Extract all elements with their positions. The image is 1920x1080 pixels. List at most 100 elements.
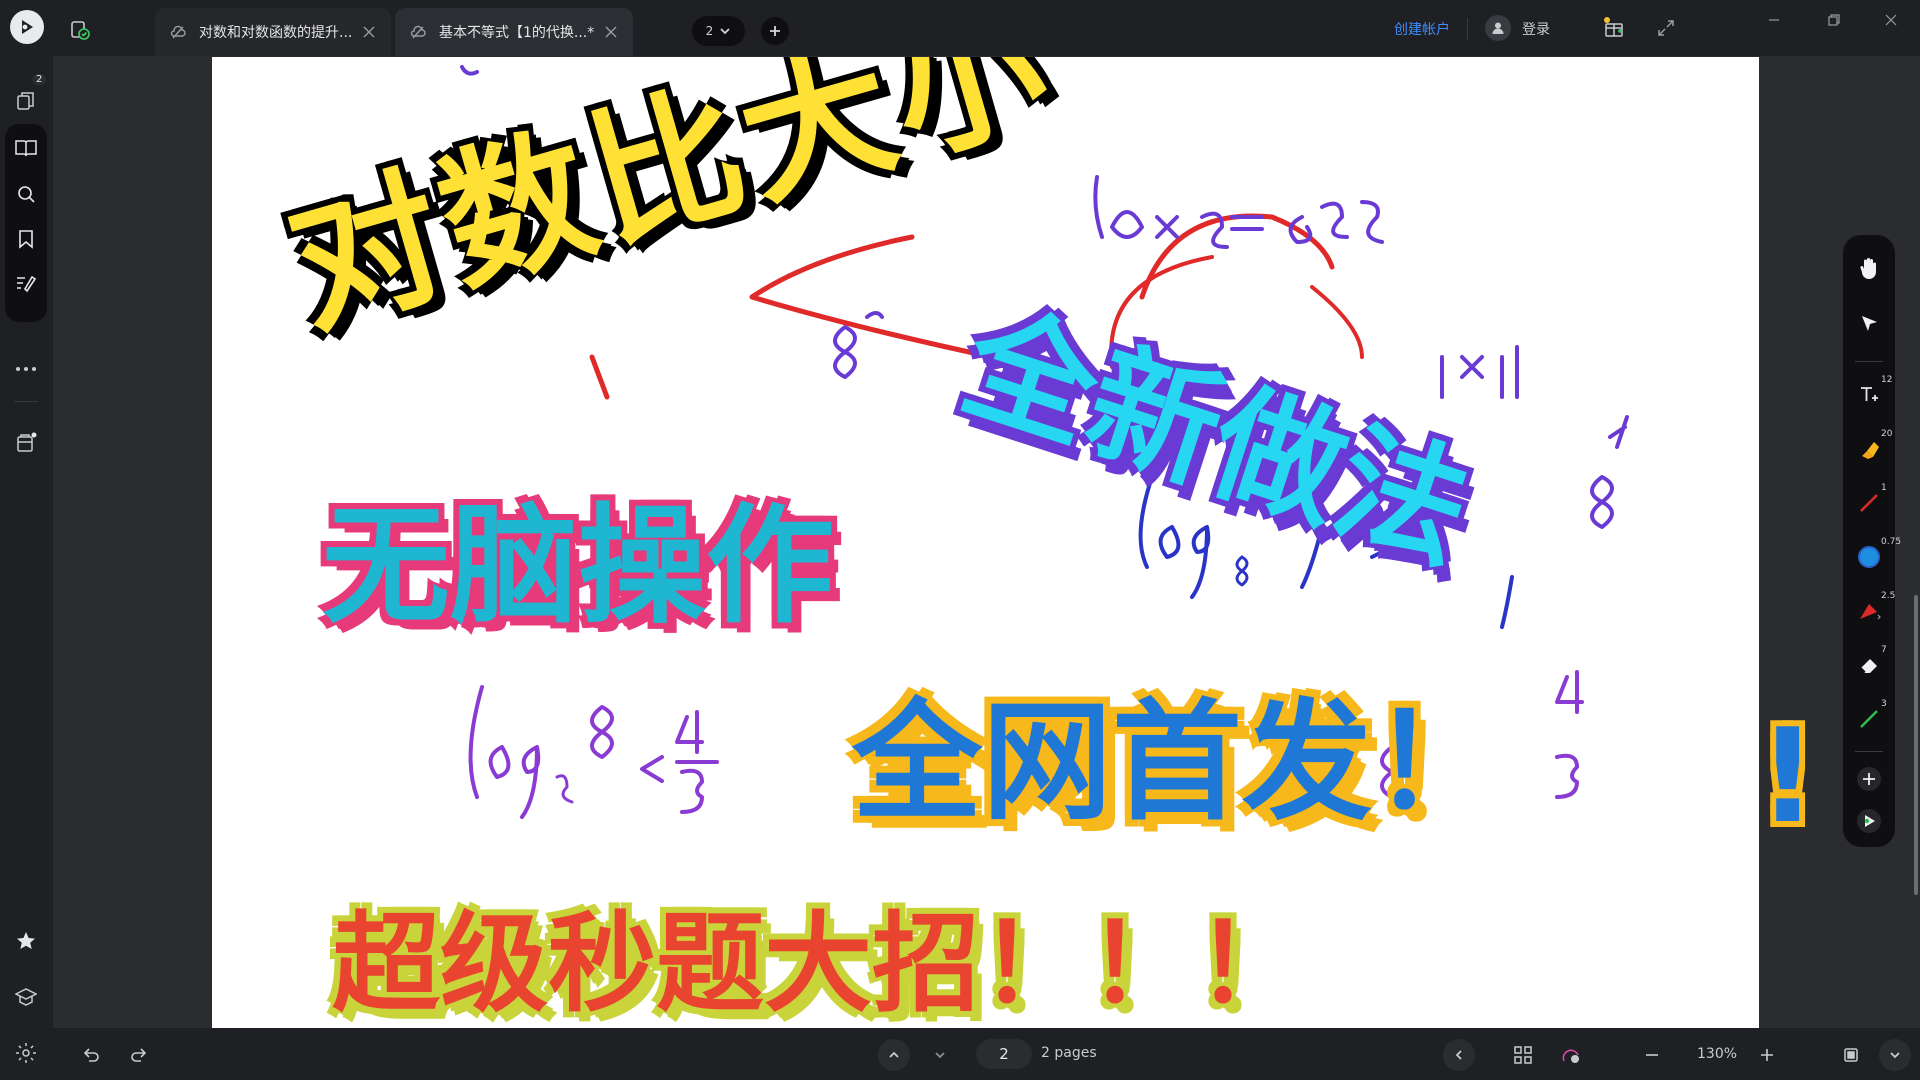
open-tabs-dropdown[interactable]: 2 [692, 16, 745, 46]
ai-assistant-button[interactable] [1855, 807, 1883, 835]
shape-icon [1860, 604, 1881, 620]
redo-button[interactable] [125, 1041, 153, 1069]
plus-icon [770, 26, 780, 36]
open-tabs-count: 2 [705, 24, 714, 38]
chevron-up-icon [889, 1051, 899, 1058]
vertical-scrollbar[interactable] [1914, 595, 1918, 895]
green-pen-size-badge: 3 [1881, 699, 1887, 709]
restore-button[interactable] [1817, 8, 1851, 32]
star-icon [17, 932, 35, 949]
fit-page-button[interactable] [1837, 1041, 1865, 1069]
whats-new-button[interactable] [1600, 14, 1628, 42]
exclamation-mark: ! [1758, 700, 1818, 852]
divider [1855, 751, 1883, 752]
pages-icon [17, 92, 34, 110]
minus-icon [1646, 1054, 1658, 1056]
bookmarks-button[interactable] [11, 224, 41, 254]
plus-circle-icon [1857, 767, 1881, 791]
green-pen-icon [1860, 710, 1878, 728]
gift-icon [1604, 17, 1623, 37]
hand-icon [1860, 258, 1876, 279]
avatar[interactable] [1485, 15, 1511, 41]
bottom-bar: 2 2 pages 130% [53, 1028, 1920, 1080]
page-grid-button[interactable] [1509, 1041, 1537, 1069]
minimize-button[interactable] [1757, 8, 1791, 32]
learn-button[interactable] [11, 982, 41, 1012]
tab-document-2[interactable]: 基本不等式【1的代换...* [395, 8, 633, 56]
fullscreen-button[interactable] [1652, 14, 1680, 42]
book-icon [15, 140, 37, 157]
red-pen-icon [1860, 494, 1878, 512]
cloud-icon [410, 25, 426, 39]
previous-page-button[interactable] [878, 1039, 910, 1071]
shape-tool-button[interactable] [1855, 597, 1883, 625]
more-icon [16, 367, 36, 371]
clipboard-button[interactable] [11, 428, 41, 458]
zoom-level[interactable]: 130% [1697, 1046, 1737, 1062]
title-bar: 对数和对数函数的提升... 基本不等式【1的代换...* 2 创建帐户 登录 [0, 0, 1920, 56]
search-button[interactable] [11, 179, 41, 209]
left-sidebar: 2 [0, 56, 53, 1080]
zoom-out-button[interactable] [1638, 1041, 1666, 1069]
more-options-button[interactable] [11, 354, 41, 384]
page-number-input[interactable]: 2 [976, 1039, 1032, 1069]
create-account-link[interactable]: 创建帐户 [1394, 19, 1450, 39]
eraser-button[interactable] [1855, 651, 1883, 679]
title-super-trick: 超级秒题大招！！！ [332, 902, 1305, 1027]
shape-size-badge: 2.5 [1881, 591, 1896, 601]
color-picker-button[interactable] [1855, 543, 1883, 571]
graduation-cap-icon [15, 988, 37, 1006]
login-link[interactable]: 登录 [1522, 19, 1550, 39]
page-count-label: 2 pages [1041, 1045, 1097, 1061]
zoom-in-button[interactable] [1753, 1041, 1781, 1069]
text-size-badge: 12 [1881, 375, 1893, 385]
chevron-left-icon [1455, 1050, 1462, 1060]
thumbnails-button[interactable] [11, 133, 41, 163]
close-icon[interactable] [603, 24, 619, 40]
view-options-button[interactable] [1879, 1039, 1911, 1071]
read-mode-button[interactable] [1557, 1041, 1585, 1069]
undo-button[interactable] [77, 1041, 105, 1069]
close-window-button[interactable] [1874, 8, 1908, 32]
bookmark-icon [19, 230, 33, 249]
green-pen-button[interactable] [1855, 705, 1883, 733]
eraser-icon [1860, 659, 1877, 673]
add-tool-button[interactable] [1855, 765, 1883, 793]
next-page-button[interactable] [926, 1041, 954, 1069]
highlighter-size-badge: 20 [1881, 429, 1893, 439]
user-icon [1492, 22, 1504, 34]
grid-icon [1514, 1046, 1532, 1064]
app-logo-icon[interactable] [10, 10, 44, 44]
tab-label: 基本不等式【1的代换...* [439, 25, 595, 41]
text-tool-button[interactable] [1855, 381, 1883, 409]
chevron-down-icon [1890, 1052, 1900, 1059]
fit-page-icon [1844, 1048, 1858, 1062]
title-brainless: 无脑操作 [322, 492, 835, 641]
close-icon [1885, 14, 1897, 26]
color-circle-icon [1858, 546, 1880, 568]
undo-icon [83, 1048, 99, 1062]
select-tool-button[interactable] [1855, 309, 1883, 337]
pages-panel-button[interactable] [11, 86, 41, 116]
opacity-badge: 0.75 [1881, 537, 1902, 547]
favorites-button[interactable] [11, 926, 41, 956]
settings-button[interactable] [11, 1038, 41, 1068]
eraser-size-badge: 7 [1881, 645, 1887, 655]
pages-count-badge: 2 [32, 74, 47, 85]
close-icon[interactable] [361, 24, 377, 40]
document-page[interactable]: 对数比大小 全新做法 无脑操作 全网首发！ 超级秒题大招！！！ [212, 57, 1759, 1029]
tab-label: 对数和对数函数的提升... [199, 25, 353, 41]
collapse-panel-button[interactable] [1443, 1039, 1475, 1071]
cloud-sync-icon[interactable] [68, 18, 92, 42]
chevron-down-icon [935, 1052, 945, 1059]
divider [1467, 18, 1468, 40]
annotations-list-button[interactable] [11, 269, 41, 299]
tab-document-1[interactable]: 对数和对数函数的提升... [155, 8, 391, 56]
pen-button[interactable] [1855, 489, 1883, 517]
new-tab-button[interactable] [761, 17, 789, 45]
plus-icon [1761, 1049, 1773, 1061]
highlighter-button[interactable] [1855, 435, 1883, 463]
pen-size-badge: 1 [1881, 483, 1887, 493]
hand-tool-button[interactable] [1855, 255, 1883, 283]
divider [14, 401, 38, 402]
